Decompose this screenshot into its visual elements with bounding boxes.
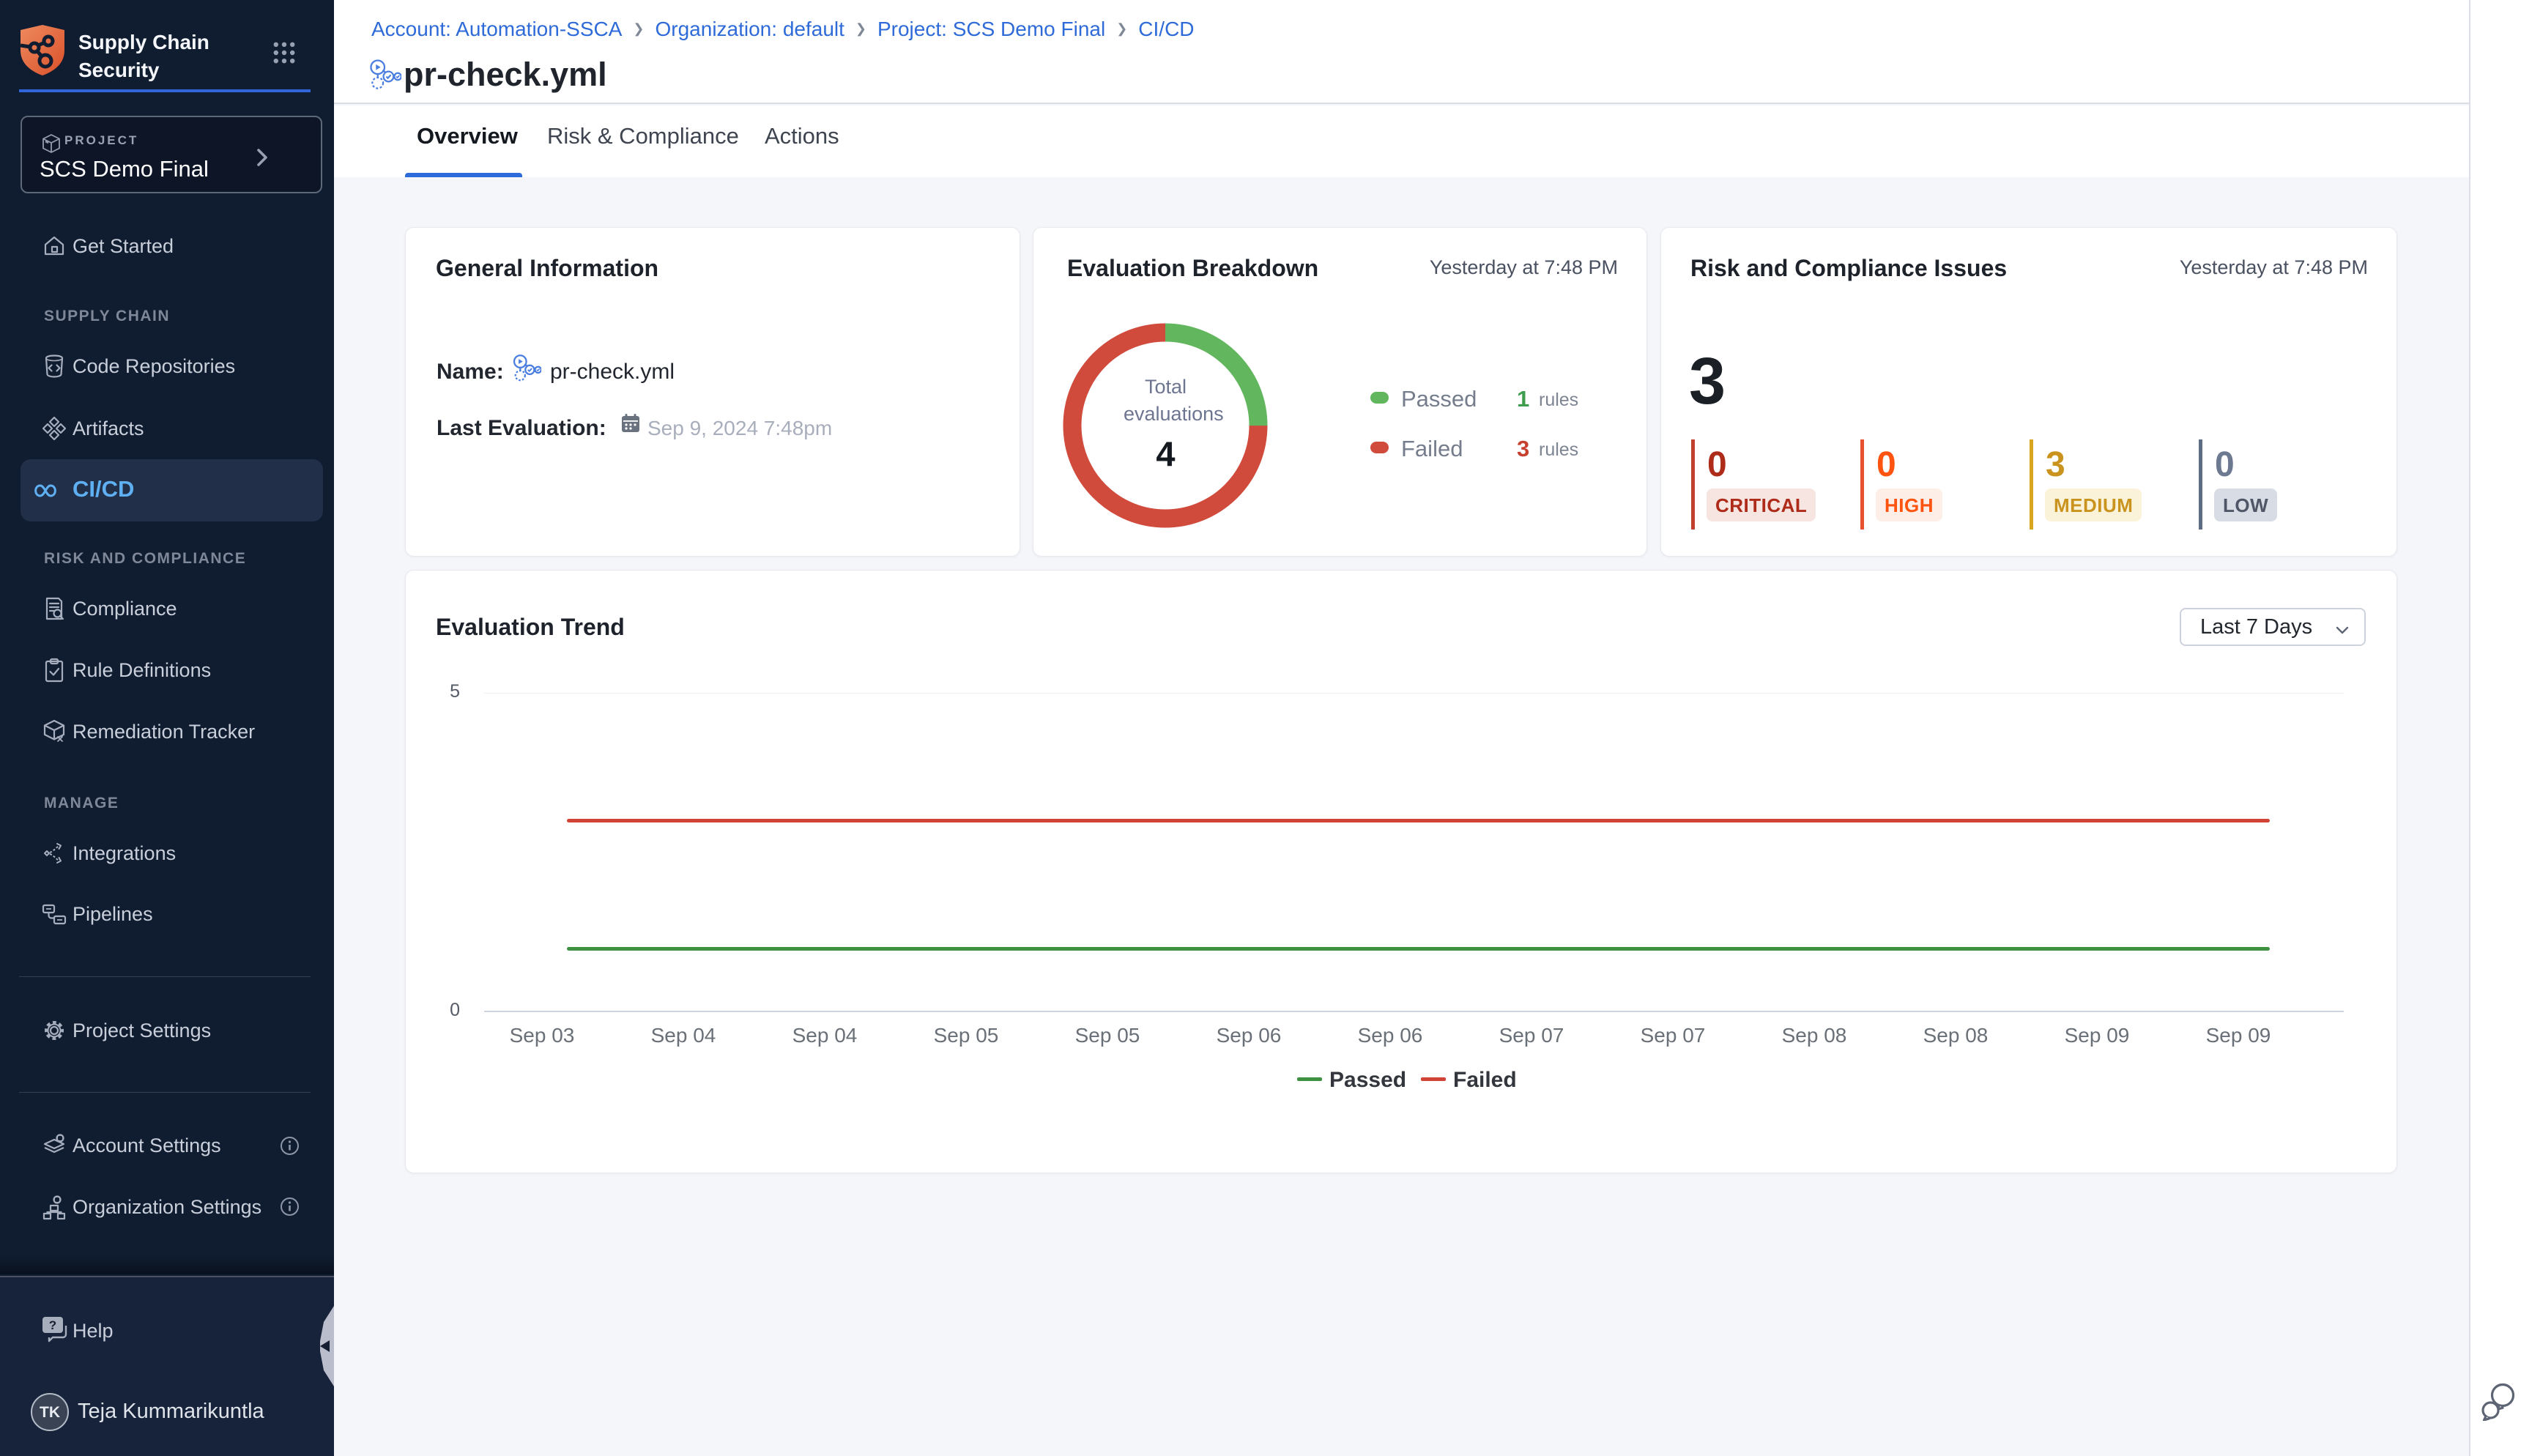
svg-text:?: ?	[49, 1318, 56, 1332]
